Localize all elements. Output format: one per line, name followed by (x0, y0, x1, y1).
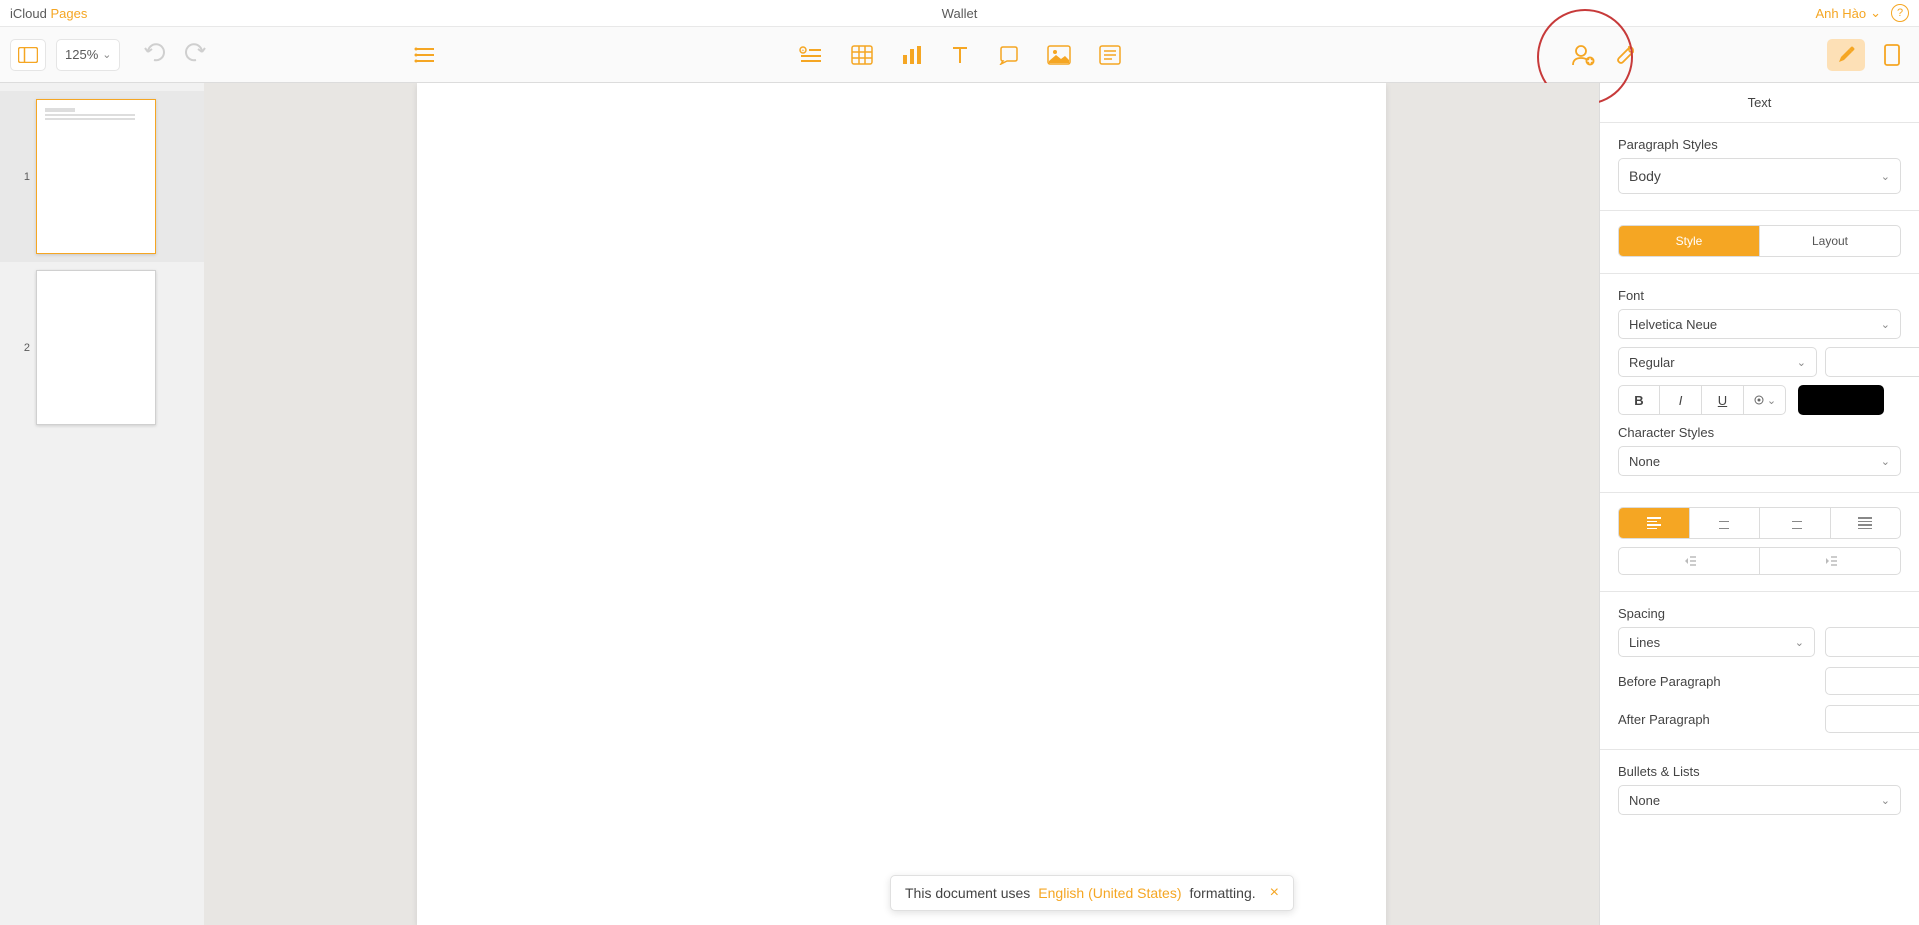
style-layout-section: Style Layout (1600, 211, 1919, 274)
insert-comment-icon[interactable] (1099, 45, 1121, 65)
brand: iCloud Pages (10, 6, 87, 21)
chevron-down-icon: ⌄ (102, 48, 111, 61)
canvas-scroll[interactable] (204, 83, 1599, 925)
style-layout-segment: Style Layout (1618, 225, 1901, 257)
view-options-button[interactable] (10, 39, 46, 71)
font-section: Font Helvetica Neue ⌄ Regular ⌄ ▲▼ B I U (1600, 274, 1919, 493)
decrease-indent-button[interactable] (1619, 548, 1760, 574)
text-color-swatch[interactable] (1798, 385, 1884, 415)
paragraph-styles-label: Paragraph Styles (1618, 137, 1901, 152)
page-number: 1 (20, 171, 30, 183)
redo-button[interactable] (182, 42, 206, 68)
bullets-label: Bullets & Lists (1618, 764, 1901, 779)
chevron-down-icon: ⌄ (1881, 318, 1890, 331)
chevron-down-icon: ⌄ (1881, 794, 1890, 807)
tools-button[interactable] (1615, 44, 1637, 66)
language-notification: This document uses English (United State… (890, 875, 1294, 911)
italic-button[interactable]: I (1660, 385, 1702, 415)
after-paragraph-label: After Paragraph (1618, 712, 1710, 727)
close-icon[interactable]: × (1270, 884, 1279, 902)
help-button[interactable]: ? (1891, 4, 1909, 22)
spacing-label: Spacing (1618, 606, 1901, 621)
spacing-section: Spacing Lines ⌄ ▲▼ Before Paragraph ▲▼ (1600, 592, 1919, 750)
paragraph-style-select[interactable]: Body ⌄ (1618, 158, 1901, 194)
format-inspector: Text Paragraph Styles Body ⌄ Style Layou… (1599, 83, 1919, 925)
chevron-down-icon: ⌄ (1881, 170, 1890, 183)
chevron-down-icon: ⌄ (1795, 636, 1804, 649)
insert-text-icon[interactable] (951, 45, 969, 65)
notification-text-post: formatting. (1189, 885, 1255, 901)
document-inspector-button[interactable] (1875, 39, 1909, 71)
notification-language-link[interactable]: English (United States) (1038, 885, 1181, 901)
insert-table-icon[interactable] (851, 45, 873, 65)
align-right-button[interactable] (1760, 508, 1831, 538)
paragraph-styles-icon[interactable] (414, 46, 436, 64)
character-styles-label: Character Styles (1618, 425, 1901, 440)
thumbnail-preview (36, 270, 156, 425)
document-canvas (204, 83, 1599, 925)
bold-button[interactable]: B (1618, 385, 1660, 415)
tab-layout[interactable]: Layout (1760, 226, 1900, 256)
font-family-select[interactable]: Helvetica Neue ⌄ (1618, 309, 1901, 339)
page-thumbnails-panel: 1 2 (0, 83, 204, 925)
align-center-button[interactable] (1690, 508, 1761, 538)
page-thumbnail[interactable]: 1 (0, 91, 204, 262)
chevron-down-icon: ⌄ (1870, 5, 1881, 21)
font-size-input[interactable] (1825, 347, 1919, 377)
collaborate-highlight (1563, 35, 1603, 75)
align-justify-button[interactable] (1831, 508, 1901, 538)
font-weight-select[interactable]: Regular ⌄ (1618, 347, 1817, 377)
svg-text:+: + (801, 48, 804, 54)
paragraph-styles-section: Paragraph Styles Body ⌄ (1600, 123, 1919, 211)
title-bar: iCloud Pages Wallet Anh Hào ⌄ ? (0, 0, 1919, 27)
insert-chart-icon[interactable] (901, 45, 923, 65)
chevron-down-icon: ⌄ (1797, 356, 1806, 369)
zoom-value: 125% (65, 47, 98, 62)
before-paragraph-input[interactable] (1825, 667, 1919, 695)
after-paragraph-input[interactable] (1825, 705, 1919, 733)
gear-icon (1753, 394, 1765, 406)
increase-indent-button[interactable] (1760, 548, 1900, 574)
line-spacing-input[interactable] (1825, 627, 1919, 657)
before-paragraph-label: Before Paragraph (1618, 674, 1721, 689)
thumbnail-preview (36, 99, 156, 254)
notification-text-pre: This document uses (905, 885, 1030, 901)
chevron-down-icon: ⌄ (1881, 455, 1890, 468)
brand-pages: Pages (50, 6, 87, 21)
bullets-section: Bullets & Lists None ⌄ (1600, 750, 1919, 831)
document-title: Wallet (942, 6, 978, 21)
tab-style[interactable]: Style (1619, 226, 1760, 256)
user-menu[interactable]: Anh Hào ⌄ (1816, 5, 1882, 21)
insert-list-icon[interactable]: + (799, 46, 823, 64)
page-number: 2 (20, 342, 30, 354)
align-left-button[interactable] (1619, 508, 1690, 538)
underline-button[interactable]: U (1702, 385, 1744, 415)
spacing-mode-select[interactable]: Lines ⌄ (1618, 627, 1815, 657)
format-inspector-button[interactable] (1827, 39, 1865, 71)
insert-media-icon[interactable] (1047, 45, 1071, 65)
chevron-down-icon: ⌄ (1767, 394, 1776, 407)
toolbar: 125% ⌄ + (0, 27, 1919, 83)
advanced-font-button[interactable]: ⌄ (1744, 385, 1786, 415)
brand-icloud: iCloud (10, 6, 47, 21)
collaborate-button[interactable] (1570, 43, 1596, 67)
bullets-select[interactable]: None ⌄ (1618, 785, 1901, 815)
alignment-section (1600, 493, 1919, 592)
user-name: Anh Hào (1816, 6, 1867, 21)
character-style-select[interactable]: None ⌄ (1618, 446, 1901, 476)
undo-button[interactable] (144, 42, 168, 68)
page-thumbnail[interactable]: 2 (0, 262, 204, 433)
font-label: Font (1618, 288, 1901, 303)
zoom-select[interactable]: 125% ⌄ (56, 39, 120, 71)
inspector-tab-text[interactable]: Text (1600, 83, 1919, 123)
document-page[interactable] (417, 83, 1386, 925)
insert-shape-icon[interactable] (997, 45, 1019, 65)
